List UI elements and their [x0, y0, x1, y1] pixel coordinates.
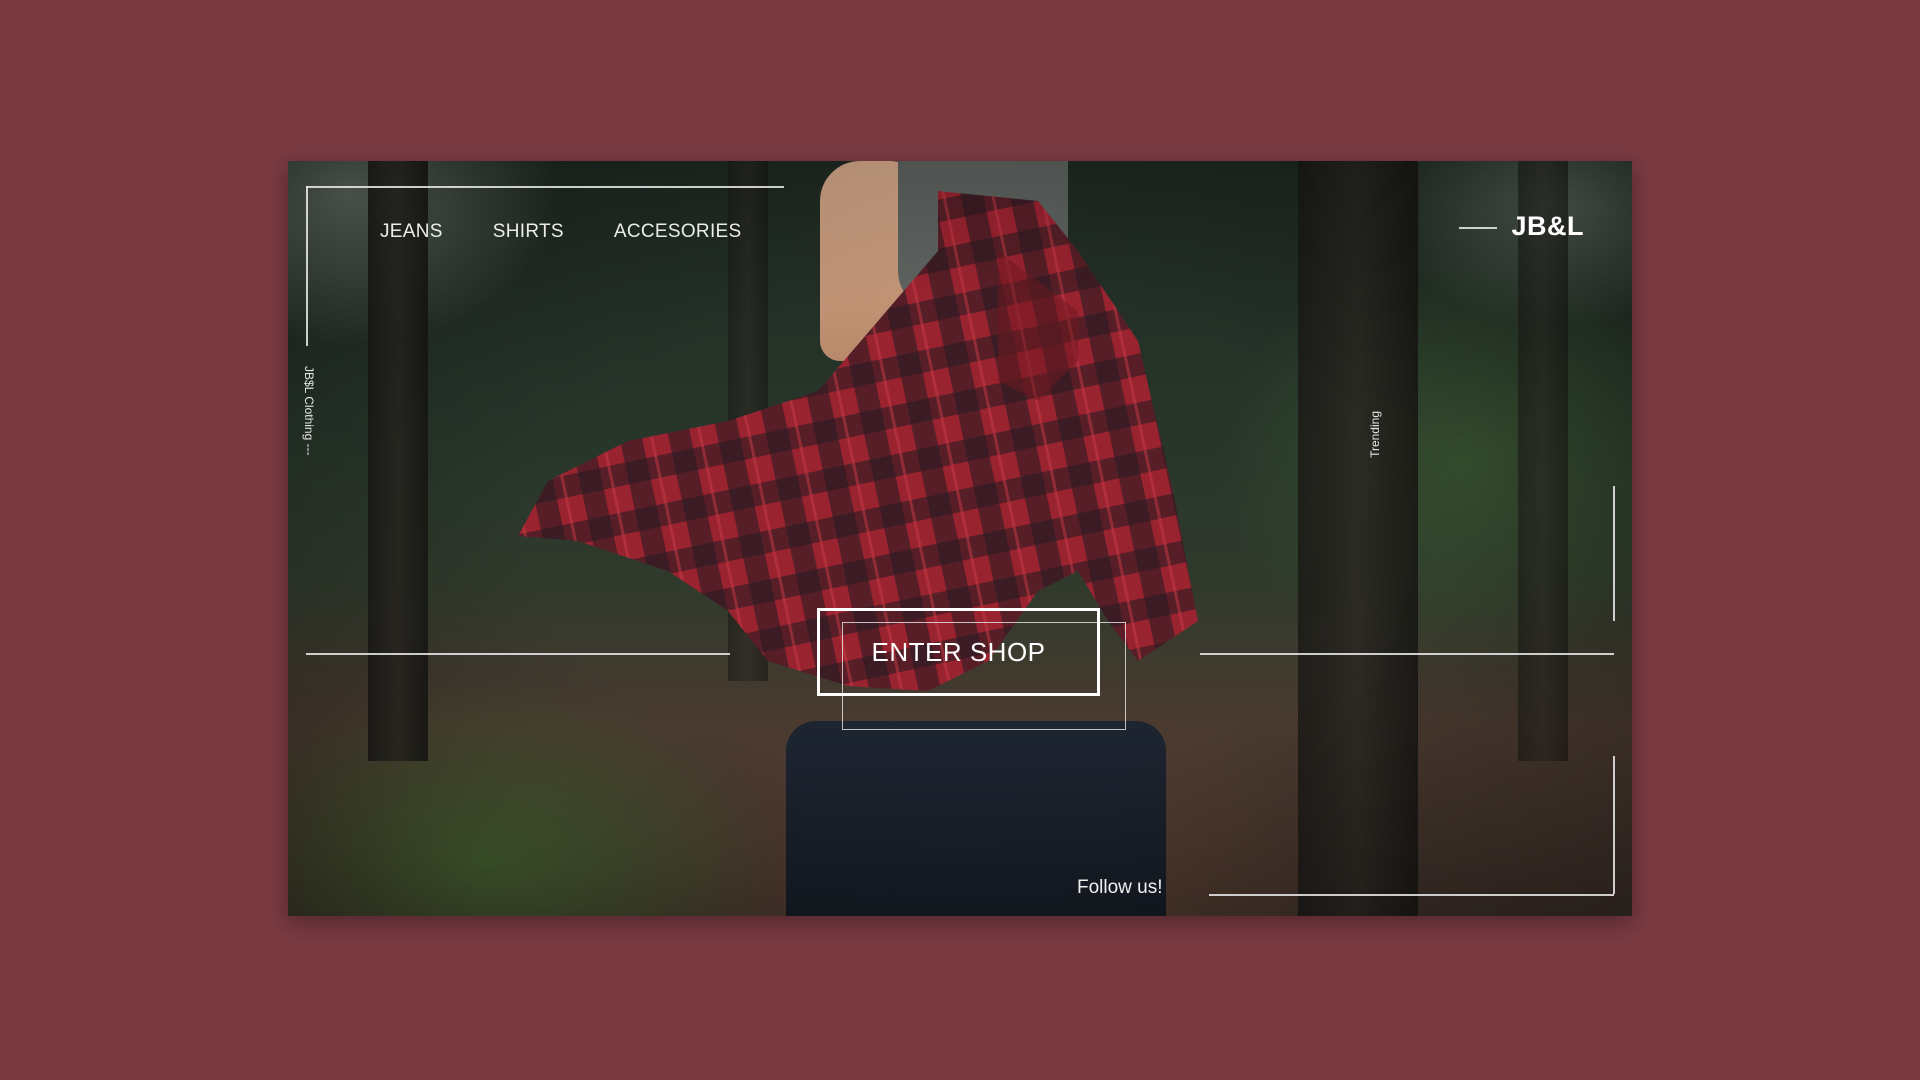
frame-line-middle-right	[1200, 653, 1614, 655]
brand-logo[interactable]: JB&L	[1511, 211, 1584, 242]
page: JEANS SHIRTS ACCESORIES JB&L JB$L Clothi…	[0, 0, 1920, 1080]
tree-trunk	[1298, 161, 1418, 916]
hero-card: JEANS SHIRTS ACCESORIES JB&L JB$L Clothi…	[288, 161, 1632, 916]
frame-line-bottom	[1209, 894, 1614, 896]
follow-us-link[interactable]: Follow us!	[1077, 877, 1163, 899]
frame-line-top	[306, 186, 784, 188]
brand-side-label: JB$L Clothing ---	[302, 366, 316, 456]
frame-line-bottom-right	[1613, 756, 1615, 894]
tree-trunk	[1518, 161, 1568, 761]
frame-line-middle-left	[306, 653, 730, 655]
tree-trunk	[368, 161, 428, 761]
nav-item-jeans[interactable]: JEANS	[380, 221, 443, 243]
nav-item-shirts[interactable]: SHIRTS	[493, 221, 564, 243]
logo-line	[1459, 227, 1497, 229]
main-nav: JEANS SHIRTS ACCESORIES	[380, 221, 741, 243]
enter-shop-button[interactable]: ENTER SHOP	[817, 608, 1100, 696]
trending-label[interactable]: Trending	[1368, 411, 1382, 458]
nav-item-accesories[interactable]: ACCESORIES	[614, 221, 742, 243]
frame-line-right	[1613, 486, 1615, 621]
frame-line-left	[306, 186, 308, 346]
